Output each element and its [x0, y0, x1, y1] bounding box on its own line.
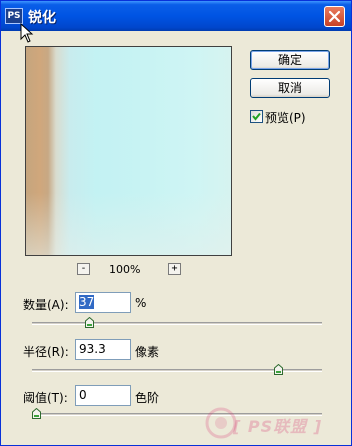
- amount-unit: %: [135, 296, 147, 310]
- zoom-out-button[interactable]: -: [77, 263, 90, 275]
- cancel-button[interactable]: 取消: [250, 78, 330, 98]
- radius-label: 半径(R):: [23, 345, 69, 359]
- amount-value: 37: [79, 295, 95, 309]
- cursor-arrow-icon: [20, 23, 34, 43]
- preview-image[interactable]: [25, 46, 232, 256]
- preview-checkbox-label[interactable]: 预览(P): [265, 109, 306, 126]
- close-button[interactable]: [324, 6, 345, 27]
- threshold-unit: 色阶: [135, 391, 160, 405]
- amount-slider-thumb[interactable]: [85, 317, 95, 328]
- amount-slider-track[interactable]: [32, 322, 322, 325]
- close-icon: [328, 10, 341, 23]
- radius-slider-thumb[interactable]: [273, 364, 283, 375]
- ok-button[interactable]: 确定: [250, 50, 330, 70]
- watermark-text: [ PS联盟 ]: [233, 417, 323, 436]
- radius-input[interactable]: 93.3: [75, 339, 131, 360]
- radius-unit: 像素: [135, 345, 160, 359]
- amount-input[interactable]: 37: [75, 292, 131, 313]
- amount-label: 数量(A):: [23, 298, 69, 312]
- zoom-level: 100%: [109, 263, 141, 276]
- preview-checkbox[interactable]: [250, 110, 263, 123]
- title-bar[interactable]: PS 锐化: [1, 1, 351, 31]
- threshold-value: 0: [79, 388, 87, 402]
- threshold-label: 阈值(T):: [23, 391, 68, 405]
- zoom-in-button[interactable]: +: [168, 263, 181, 275]
- photoshop-icon: PS: [5, 8, 23, 24]
- checkmark-icon: [252, 112, 261, 121]
- radius-value: 93.3: [79, 342, 106, 356]
- threshold-slider-thumb[interactable]: [32, 408, 41, 419]
- threshold-input[interactable]: 0: [75, 385, 131, 406]
- sharpen-dialog: PS 锐化 确定 取消 预览(P) - 100% + 数量(A): 37 % 半…: [0, 0, 352, 446]
